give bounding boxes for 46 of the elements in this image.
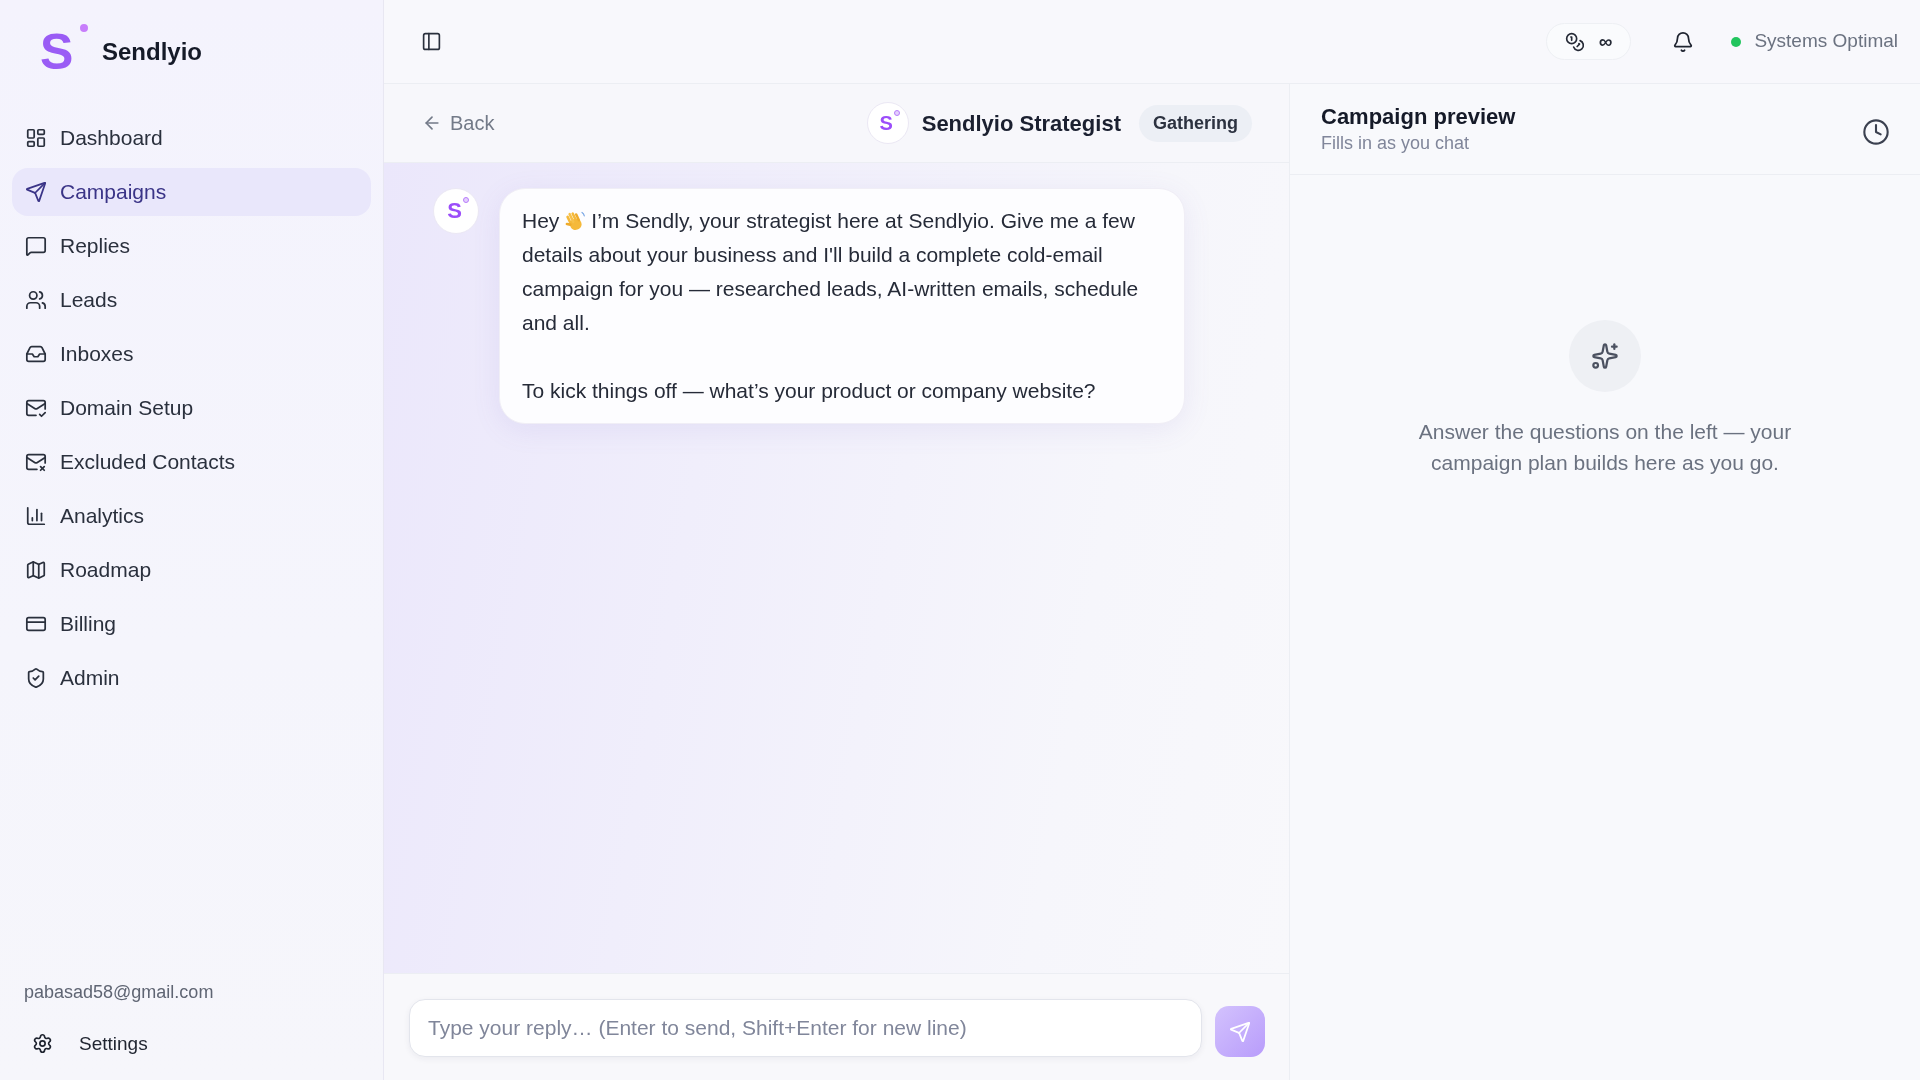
settings-icon — [32, 1033, 53, 1055]
paper-plane-icon — [25, 181, 47, 203]
inbox-icon — [25, 343, 47, 365]
send-icon — [1229, 1020, 1251, 1043]
sidebar-item[interactable]: Domain Setup — [12, 384, 371, 432]
account-email: pabasad58@gmail.com — [23, 980, 215, 1004]
agent-name: Sendlyio Strategist — [921, 109, 1121, 138]
panel-toggle-icon — [420, 31, 442, 52]
sidebar-item[interactable]: Dashboard — [12, 114, 371, 162]
map-icon — [25, 559, 47, 581]
reply-input[interactable]: Type your reply… (Enter to send, Shift+Enter for new line) — [409, 999, 1202, 1057]
sidebar-item[interactable]: Replies — [12, 222, 371, 270]
sidebar-item[interactable]: Excluded Contacts — [12, 438, 371, 486]
message-text: To kick things off — what’s your product or company website? — [522, 378, 1097, 404]
bell-icon — [1672, 30, 1695, 53]
avatar-letter: S — [879, 113, 893, 133]
waving-hand-icon — [564, 210, 587, 232]
avatar-letter: S — [447, 200, 462, 222]
envelope-x-icon — [25, 451, 47, 473]
brand-name: Sendlyio — [102, 37, 203, 67]
sidebar-item[interactable]: Admin — [12, 654, 371, 702]
history-button[interactable] — [1861, 117, 1891, 147]
stage-badge: Gathering — [1139, 104, 1252, 142]
preview-subtitle: Fills in as you chat — [1321, 132, 1471, 155]
message-text: Hey I’m Sendly, your strategist here at Sendlyio. Give me a few details about your business and I'll build a complete cold-email campaign for you — researched leads, AI-written emails, schedule and all. — [522, 208, 1140, 336]
sidebar-item[interactable]: Inboxes — [12, 330, 371, 378]
coins-icon — [1564, 31, 1585, 52]
credits-value: ∞ — [1598, 32, 1613, 51]
chat-bubble-icon — [25, 235, 47, 257]
empty-state-text: Answer the questions on the left — your campaign plan builds here as you go. — [1417, 419, 1793, 476]
preview-title: Campaign preview — [1321, 103, 1516, 131]
bar-chart-icon — [25, 505, 47, 527]
sidebar-item[interactable]: Roadmap — [12, 546, 371, 594]
status-label: Systems Optimal — [1754, 29, 1898, 54]
sidebar-item[interactable]: Analytics — [12, 492, 371, 540]
sidebar-item[interactable]: Campaigns — [12, 168, 371, 216]
settings-link[interactable]: Settings — [0, 1029, 383, 1058]
dashboard-icon — [25, 127, 47, 149]
shield-check-icon — [25, 667, 47, 689]
logo-mark: S — [40, 28, 75, 76]
users-icon — [25, 289, 47, 311]
sidebar-item[interactable]: Billing — [12, 600, 371, 648]
sidebar-item[interactable]: Leads — [12, 276, 371, 324]
envelope-check-icon — [25, 397, 47, 419]
clock-icon — [1862, 118, 1890, 146]
back-button[interactable]: Back — [422, 108, 495, 138]
